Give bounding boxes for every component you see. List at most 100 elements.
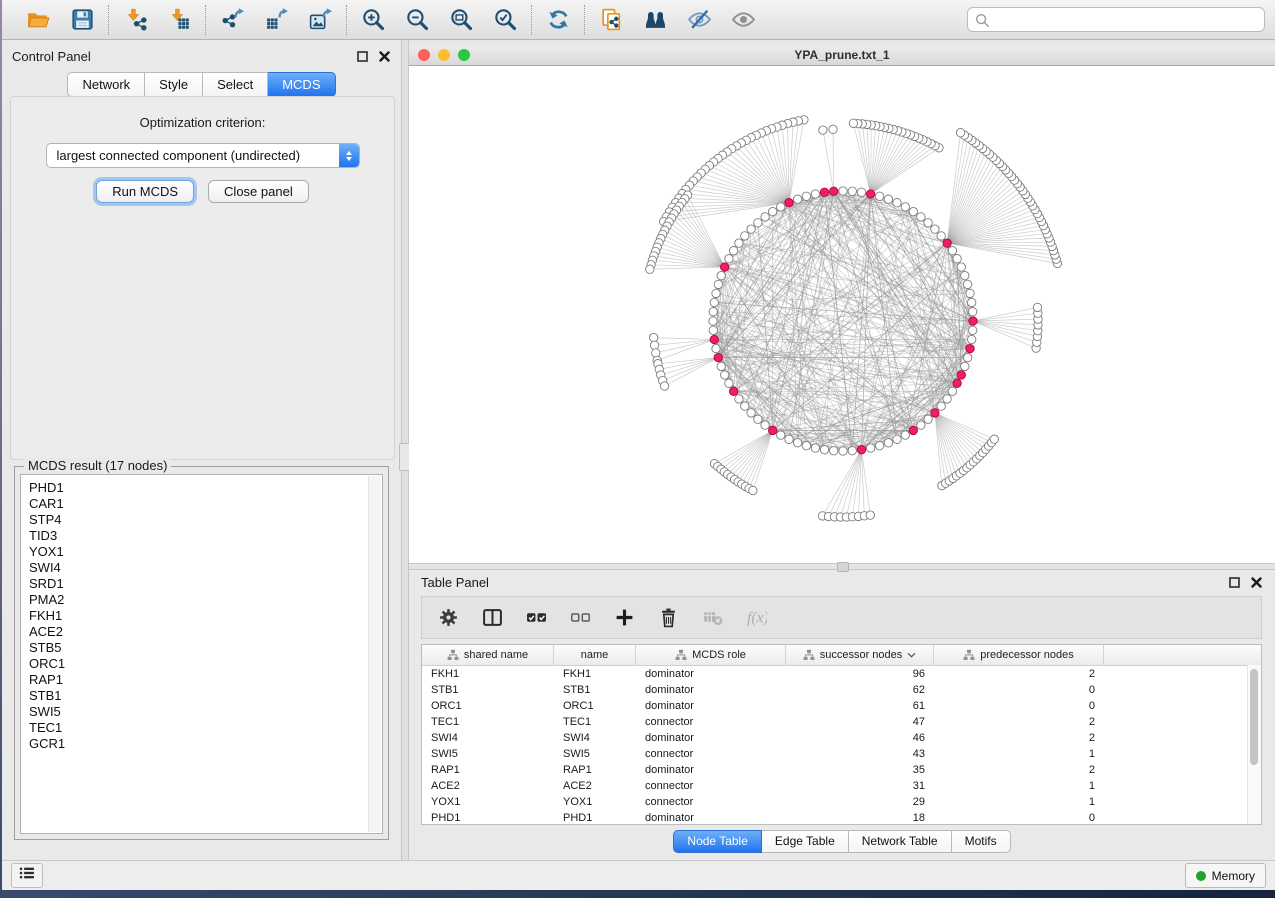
settings-gear-button[interactable] — [436, 606, 460, 630]
list-item[interactable]: STB5 — [29, 640, 382, 656]
show-all-icon — [731, 7, 756, 32]
table-row[interactable]: YOX1YOX1connector291 — [422, 794, 1261, 810]
column-header-shared_name[interactable]: shared name — [422, 645, 554, 665]
list-item[interactable]: ACE2 — [29, 624, 382, 640]
tab-node-table[interactable]: Node Table — [673, 830, 762, 853]
cell-successor_nodes: 18 — [786, 812, 934, 824]
function-builder-button: f(x) — [744, 606, 768, 630]
table-row[interactable]: PHD1PHD1dominator180 — [422, 810, 1261, 825]
search-input[interactable] — [990, 13, 1258, 27]
toggle-panel-button[interactable] — [480, 606, 504, 630]
column-header-filler — [1104, 645, 1261, 665]
export-image-button[interactable] — [306, 6, 334, 34]
export-network-button[interactable] — [218, 6, 246, 34]
memory-button[interactable]: Memory — [1185, 863, 1266, 888]
minimize-window-icon[interactable] — [438, 49, 450, 61]
run-mcds-button[interactable]: Run MCDS — [96, 180, 194, 203]
cell-mcds_role: dominator — [636, 732, 786, 744]
status-bar: Memory — [2, 860, 1275, 890]
zoom-out-button[interactable] — [403, 6, 431, 34]
list-item[interactable]: STB1 — [29, 688, 382, 704]
list-item[interactable]: SWI4 — [29, 560, 382, 576]
table-row[interactable]: RAP1RAP1dominator352 — [422, 762, 1261, 778]
column-header-mcds_role[interactable]: MCDS role — [636, 645, 786, 665]
table-scrollbar[interactable] — [1247, 665, 1261, 824]
column-header-name[interactable]: name — [554, 645, 636, 665]
cell-successor_nodes: 29 — [786, 796, 934, 808]
close-panel-button[interactable]: Close panel — [208, 180, 309, 203]
close-panel-icon[interactable] — [1250, 576, 1263, 589]
zoom-window-icon[interactable] — [458, 49, 470, 61]
table-row[interactable]: ORC1ORC1dominator610 — [422, 698, 1261, 714]
apply-layout-button[interactable] — [544, 6, 572, 34]
open-file-icon — [26, 7, 51, 32]
task-history-button[interactable] — [11, 863, 43, 888]
close-panel-icon[interactable] — [378, 50, 391, 63]
list-item[interactable]: CAR1 — [29, 496, 382, 512]
list-item[interactable]: ORC1 — [29, 656, 382, 672]
delete-entry-button[interactable] — [656, 606, 680, 630]
select-all-button[interactable] — [524, 606, 548, 630]
search-box[interactable] — [967, 7, 1265, 32]
scrollbar-thumb[interactable] — [1250, 669, 1258, 765]
list-item[interactable]: TEC1 — [29, 720, 382, 736]
list-item[interactable]: RAP1 — [29, 672, 382, 688]
close-window-icon[interactable] — [418, 49, 430, 61]
export-table-button[interactable] — [262, 6, 290, 34]
zoom-fit-button[interactable] — [447, 6, 475, 34]
tab-network-table[interactable]: Network Table — [849, 830, 952, 853]
tab-mcds[interactable]: MCDS — [268, 72, 335, 97]
optimization-criterion-select[interactable]: largest connected component (undirected) — [46, 143, 360, 168]
float-panel-icon[interactable] — [1228, 576, 1241, 589]
table-row[interactable]: ACE2ACE2connector311 — [422, 778, 1261, 794]
cell-mcds_role: dominator — [636, 764, 786, 776]
show-all-button[interactable] — [729, 6, 757, 34]
network-from-file-icon — [599, 7, 624, 32]
first-neighbors-button[interactable] — [641, 6, 669, 34]
table-row[interactable]: SWI4SWI4dominator462 — [422, 730, 1261, 746]
list-item[interactable]: SWI5 — [29, 704, 382, 720]
list-item[interactable]: FKH1 — [29, 608, 382, 624]
deselect-all-button[interactable] — [568, 606, 592, 630]
hide-selected-button[interactable] — [685, 6, 713, 34]
mcds-result-list[interactable]: PHD1CAR1STP4TID3YOX1SWI4SRD1PMA2FKH1ACE2… — [20, 474, 383, 834]
column-header-predecessor_nodes[interactable]: predecessor nodes — [934, 645, 1104, 665]
tab-motifs[interactable]: Motifs — [952, 830, 1011, 853]
column-header-successor_nodes[interactable]: successor nodes — [786, 645, 934, 665]
import-table-button[interactable] — [165, 6, 193, 34]
zoom-in-button[interactable] — [359, 6, 387, 34]
save-session-button[interactable] — [68, 6, 96, 34]
float-panel-icon[interactable] — [356, 50, 369, 63]
tab-edge-table[interactable]: Edge Table — [762, 830, 849, 853]
zoom-selected-button[interactable] — [491, 6, 519, 34]
vertical-splitter[interactable] — [401, 40, 409, 860]
list-item[interactable]: GCR1 — [29, 736, 382, 752]
table-row[interactable]: FKH1FKH1dominator962 — [422, 666, 1261, 682]
search-icon — [974, 12, 990, 28]
list-item[interactable]: PHD1 — [29, 480, 382, 496]
main-toolbar — [2, 0, 1275, 40]
cell-predecessor_nodes: 2 — [934, 668, 1104, 680]
open-file-button[interactable] — [24, 6, 52, 34]
list-item[interactable]: YOX1 — [29, 544, 382, 560]
add-entry-button[interactable] — [612, 606, 636, 630]
list-item[interactable]: STP4 — [29, 512, 382, 528]
table-row[interactable]: STB1STB1dominator620 — [422, 682, 1261, 698]
list-item[interactable]: PMA2 — [29, 592, 382, 608]
tab-network[interactable]: Network — [67, 72, 145, 97]
tab-style[interactable]: Style — [145, 72, 203, 97]
control-panel-tabs: NetworkStyleSelectMCDS — [2, 72, 401, 97]
tab-select[interactable]: Select — [203, 72, 268, 97]
splitter-grip[interactable] — [837, 562, 849, 572]
save-session-icon — [70, 7, 95, 32]
cell-predecessor_nodes: 0 — [934, 812, 1104, 824]
horizontal-splitter[interactable] — [409, 563, 1275, 570]
list-item[interactable]: TID3 — [29, 528, 382, 544]
table-row[interactable]: SWI5SWI5connector431 — [422, 746, 1261, 762]
table-row[interactable]: TEC1TEC1connector472 — [422, 714, 1261, 730]
import-network-button[interactable] — [121, 6, 149, 34]
network-from-file-button[interactable] — [597, 6, 625, 34]
list-item[interactable]: SRD1 — [29, 576, 382, 592]
network-canvas[interactable] — [409, 66, 1275, 563]
result-list-scrollbar[interactable] — [368, 476, 381, 832]
